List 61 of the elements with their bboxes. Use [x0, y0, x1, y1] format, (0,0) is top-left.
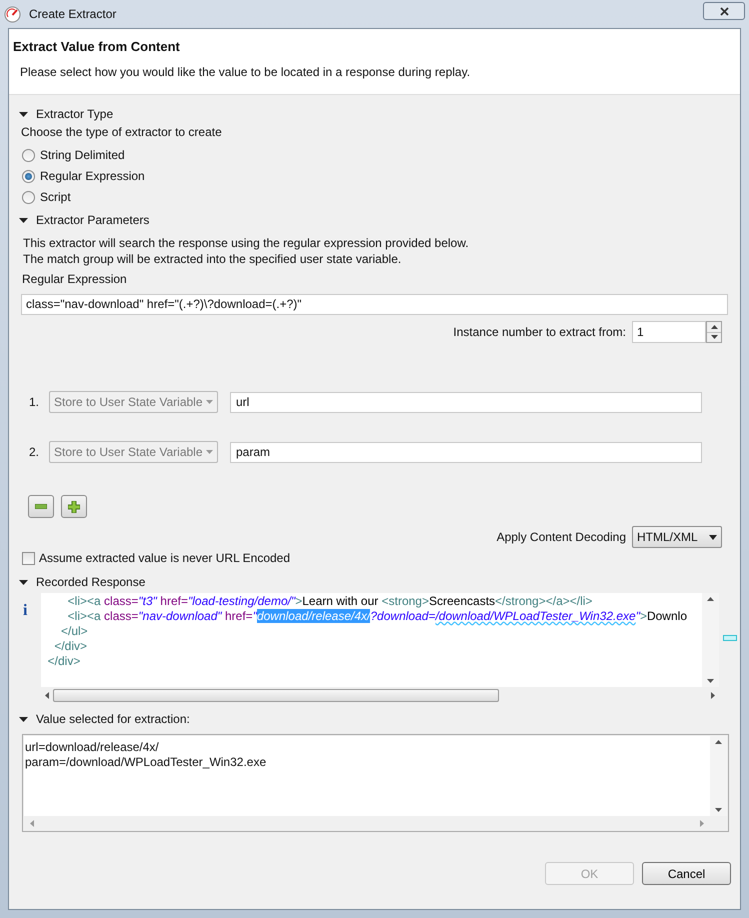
section-title: Value selected for extraction: — [36, 711, 190, 728]
caret-icon — [709, 534, 717, 540]
radio-button[interactable] — [22, 170, 35, 182]
close-button[interactable] — [703, 2, 745, 20]
decoding-dropdown[interactable]: HTML/XML — [632, 526, 722, 548]
section-description: The match group will be extracted into the specified user state variable. — [23, 251, 402, 267]
dialog-button[interactable]: Cancel — [642, 862, 731, 885]
action-dropdown[interactable]: Store to User State Variable — [49, 391, 218, 413]
variable-field[interactable]: url — [230, 392, 702, 412]
instance-number-field[interactable]: 1 — [632, 321, 706, 343]
group-number: 1. — [29, 394, 40, 411]
checkbox-label[interactable]: Assume extracted value is never URL Encoded — [39, 549, 290, 567]
header-description: Please select how you would like the value to be located in a response during replay. — [19, 64, 472, 80]
caret-icon — [206, 400, 213, 404]
field-label: Instance number to extract from: — [453, 324, 626, 341]
minus-icon — [35, 504, 47, 509]
scroll-down-arrow-icon[interactable] — [715, 808, 722, 812]
code-line: </div> — [53, 639, 88, 654]
vertical-scrollbar[interactable] — [710, 736, 727, 816]
checkbox[interactable] — [22, 552, 35, 564]
caret-icon — [206, 450, 213, 454]
add-button[interactable] — [61, 495, 87, 518]
app-logo-icon — [4, 6, 21, 22]
remove-button[interactable] — [28, 495, 54, 518]
collapse-caret-icon[interactable] — [19, 714, 28, 724]
section-description: This extractor will search the response using the regular expression provided below. — [23, 235, 470, 251]
collapse-caret-icon[interactable] — [19, 578, 28, 586]
collapse-caret-icon[interactable] — [19, 110, 28, 118]
code-line: <li><a class="t3" href="load-testing/demo/">Learn with our <strong>Screencasts</strong></a></li> — [66, 594, 594, 609]
scroll-up-arrow-icon[interactable] — [715, 740, 722, 744]
window-title: Create Extractor — [29, 6, 118, 23]
action-dropdown[interactable]: Store to User State Variable — [49, 441, 218, 463]
field-label: Regular Expression — [21, 271, 128, 288]
scroll-right-arrow-icon[interactable] — [711, 692, 715, 699]
radio-label[interactable]: Script — [40, 188, 71, 206]
section-title: Extractor Parameters — [36, 212, 150, 229]
section-description: Choose the type of extractor to create — [20, 124, 223, 141]
plus-icon — [68, 500, 80, 512]
radio-label[interactable]: String Delimited — [40, 146, 125, 164]
radio-label[interactable]: Regular Expression — [40, 167, 145, 185]
close-icon — [720, 6, 728, 16]
radio-button[interactable] — [22, 190, 35, 204]
scroll-down-arrow-icon[interactable] — [707, 679, 714, 683]
code-line: </div> — [46, 654, 82, 669]
header-title: Extract Value from Content — [13, 38, 181, 56]
section-title: Recorded Response — [36, 574, 146, 591]
collapse-caret-icon[interactable] — [19, 216, 28, 224]
spinner-buttons[interactable] — [706, 321, 722, 343]
group-number: 2. — [29, 444, 40, 461]
code-line: </ul> — [60, 624, 89, 639]
radio-button[interactable] — [22, 148, 35, 162]
info-icon: i — [21, 593, 41, 704]
scroll-left-arrow-icon[interactable] — [45, 692, 49, 699]
vertical-scrollbar[interactable] — [702, 593, 719, 687]
extracted-value-text: url=download/release/4x/ param=/download/WPLoadTester_Win32.exe — [24, 739, 268, 771]
scroll-up-arrow-icon[interactable] — [707, 597, 714, 601]
overview-marker-icon — [723, 635, 737, 641]
variable-field[interactable]: param — [230, 442, 702, 462]
section-title: Extractor Type — [36, 106, 114, 123]
regex-field[interactable]: class="nav-download" href="(.+?)\?download=(.+?)" — [21, 294, 728, 314]
field-label: Apply Content Decoding — [496, 529, 626, 546]
